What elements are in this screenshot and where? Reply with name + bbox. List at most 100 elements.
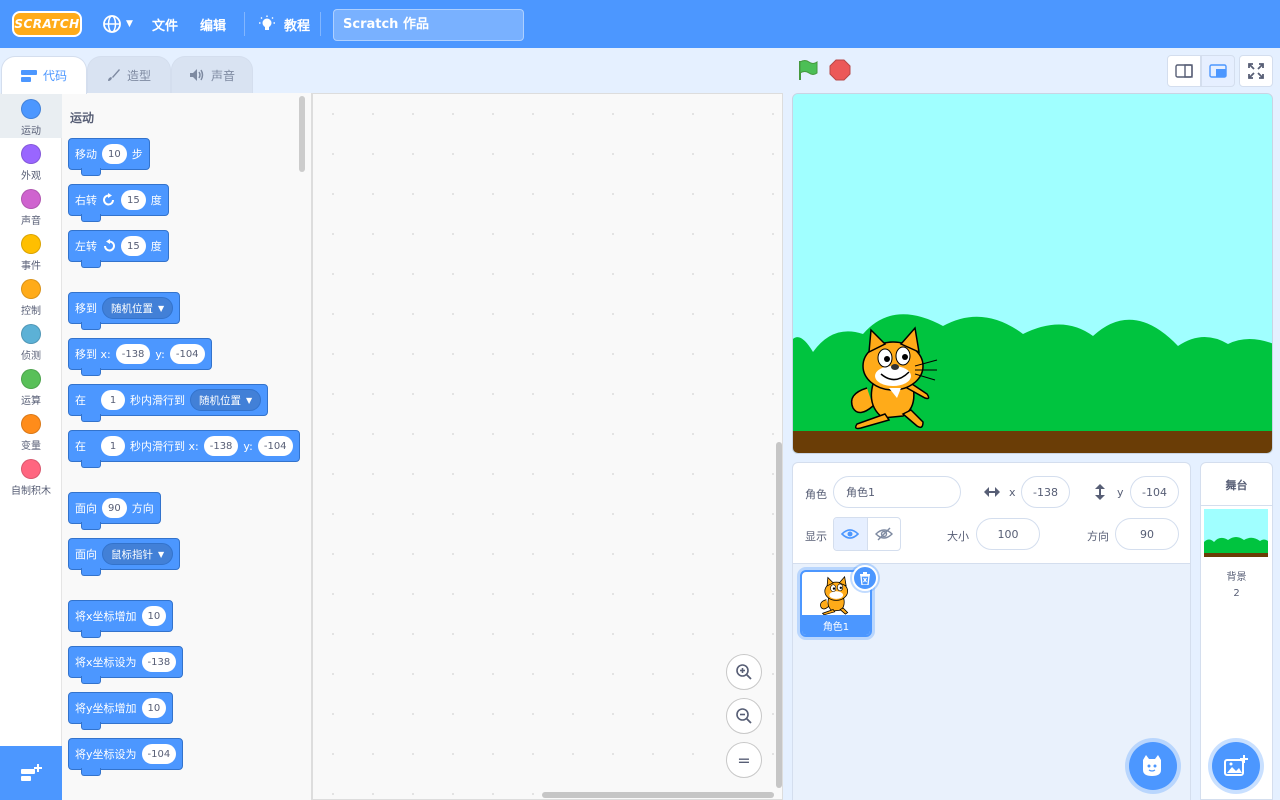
small-stage-button[interactable] [1167,55,1201,87]
category-operators[interactable]: 运算 [0,363,62,408]
rotate-left-icon [104,239,115,252]
delete-sprite-button[interactable] [852,565,878,591]
category-sound[interactable]: 声音 [0,183,62,228]
category-variables[interactable]: 变量 [0,408,62,453]
backdrop-thumbnail[interactable] [1204,509,1268,557]
caret-down-icon: ▼ [246,395,253,405]
number-input[interactable]: -104 [257,436,293,456]
tab-sounds-label: 声音 [210,68,235,83]
target-dropdown[interactable]: 随机位置 ▼ [190,389,262,411]
block-text: y: [155,347,165,361]
number-input[interactable]: -104 [141,744,177,764]
category-sensing[interactable]: 侦测 [0,318,62,363]
number-input[interactable]: -138 [141,652,177,672]
block-go-to[interactable]: 移到 随机位置 ▼ [68,292,181,330]
stage[interactable] [792,93,1273,454]
fullscreen-icon [1248,63,1264,79]
add-backdrop-button[interactable] [1212,742,1260,790]
category-label: 控制 [21,306,41,317]
category-label: 自制积木 [11,486,51,497]
number-input[interactable]: 1 [101,436,125,456]
category-label: 侦测 [21,351,41,362]
number-input[interactable]: 10 [141,698,167,718]
tab-sounds[interactable]: 声音 [171,56,253,93]
y-position-input[interactable]: -104 [1130,476,1179,508]
number-input[interactable]: -104 [169,344,205,364]
looks-dot-icon [21,144,41,164]
project-title-input[interactable]: Scratch 作品 [333,9,524,41]
block-glide-to-xy[interactable]: 在 1 秒内滑行到 x: -138 y: -104 [68,430,300,468]
target-dropdown[interactable]: 鼠标指针 ▼ [102,543,174,565]
block-set-y[interactable]: 将y坐标设为 -104 [68,738,184,776]
menu-divider [244,12,245,36]
normal-stage-button[interactable] [1201,55,1235,87]
block-change-y[interactable]: 将y坐标增加 10 [68,692,174,730]
tutorials-label: 教程 [284,18,311,34]
block-point-towards[interactable]: 面向 鼠标指针 ▼ [68,538,181,576]
green-flag-icon[interactable] [796,58,820,82]
block-glide-to[interactable]: 在 1 秒内滑行到 随机位置 ▼ [68,384,269,422]
direction-input[interactable]: 90 [1115,518,1179,550]
number-input[interactable]: -138 [115,344,151,364]
menu-divider [320,12,321,36]
number-input[interactable]: -138 [203,436,239,456]
language-menu[interactable]: ▼ [102,0,133,48]
add-sprite-button[interactable] [1129,742,1177,790]
block-move-steps[interactable]: 移动 10 步 [68,138,150,176]
sprite-name-input[interactable]: 角色1 [833,476,961,508]
category-my-blocks[interactable]: 自制积木 [0,453,62,498]
block-turn-left[interactable]: 左转 15 度 [68,230,169,268]
normal-stage-icon [1209,64,1227,78]
script-workspace[interactable] [312,93,783,800]
small-stage-icon [1175,64,1193,78]
zoom-out-button[interactable] [726,698,762,734]
hide-sprite-button[interactable] [868,518,901,550]
stop-icon[interactable] [829,59,851,81]
block-palette: 运动 移动 10 步 右转 15 度 左转 15 度 移到 随机位置 ▼ 移到 x… [62,93,312,800]
category-looks[interactable]: 外观 [0,138,62,183]
workspace-scrollbar-vertical[interactable] [776,442,782,788]
y-label: y [1117,486,1124,499]
number-input[interactable]: 90 [102,498,127,518]
tab-code[interactable]: 代码 [1,56,87,94]
block-turn-right[interactable]: 右转 15 度 [68,184,169,222]
tab-costumes[interactable]: 造型 [87,56,171,93]
category-control[interactable]: 控制 [0,273,62,318]
number-input[interactable]: 10 [102,144,127,164]
dropdown-value: 鼠标指针 [111,548,153,561]
target-dropdown[interactable]: 随机位置 ▼ [102,297,174,319]
block-go-to-xy[interactable]: 移到 x: -138 y: -104 [68,338,212,376]
size-input[interactable]: 100 [976,518,1040,550]
speaker-icon [189,69,204,81]
category-motion[interactable]: 运动 [0,93,62,138]
number-input[interactable]: 15 [121,236,146,256]
block-set-x[interactable]: 将x坐标设为 -138 [68,646,184,684]
tutorials-button[interactable]: 教程 [258,0,310,48]
zoom-in-icon [736,664,752,680]
visibility-toggle [833,517,901,551]
number-input[interactable]: 15 [121,190,146,210]
palette-scrollbar[interactable] [299,96,305,172]
file-menu[interactable]: 文件 [152,0,178,48]
fullscreen-button[interactable] [1239,55,1273,87]
zoom-reset-button[interactable]: = [726,742,762,778]
show-sprite-button[interactable] [834,518,868,550]
block-text: 将x坐标设为 [75,656,137,669]
category-label: 运动 [21,126,41,137]
category-label: 运算 [21,396,41,407]
workspace-scrollbar-horizontal[interactable] [542,792,774,798]
zoom-in-button[interactable] [726,654,762,690]
edit-menu[interactable]: 编辑 [200,0,226,48]
block-point-direction[interactable]: 面向 90 方向 [68,492,161,530]
number-input[interactable]: 10 [141,606,167,626]
cat-sprite[interactable] [845,326,945,431]
tab-costumes-label: 造型 [126,68,151,83]
x-position-input[interactable]: -138 [1021,476,1070,508]
number-input[interactable]: 1 [101,390,125,410]
add-extension-button[interactable] [0,746,62,800]
block-text: 在 [75,394,86,407]
scratch-logo[interactable]: SCRATCH [12,11,82,37]
variables-dot-icon [21,414,41,434]
block-change-x[interactable]: 将x坐标增加 10 [68,600,174,638]
category-events[interactable]: 事件 [0,228,62,273]
